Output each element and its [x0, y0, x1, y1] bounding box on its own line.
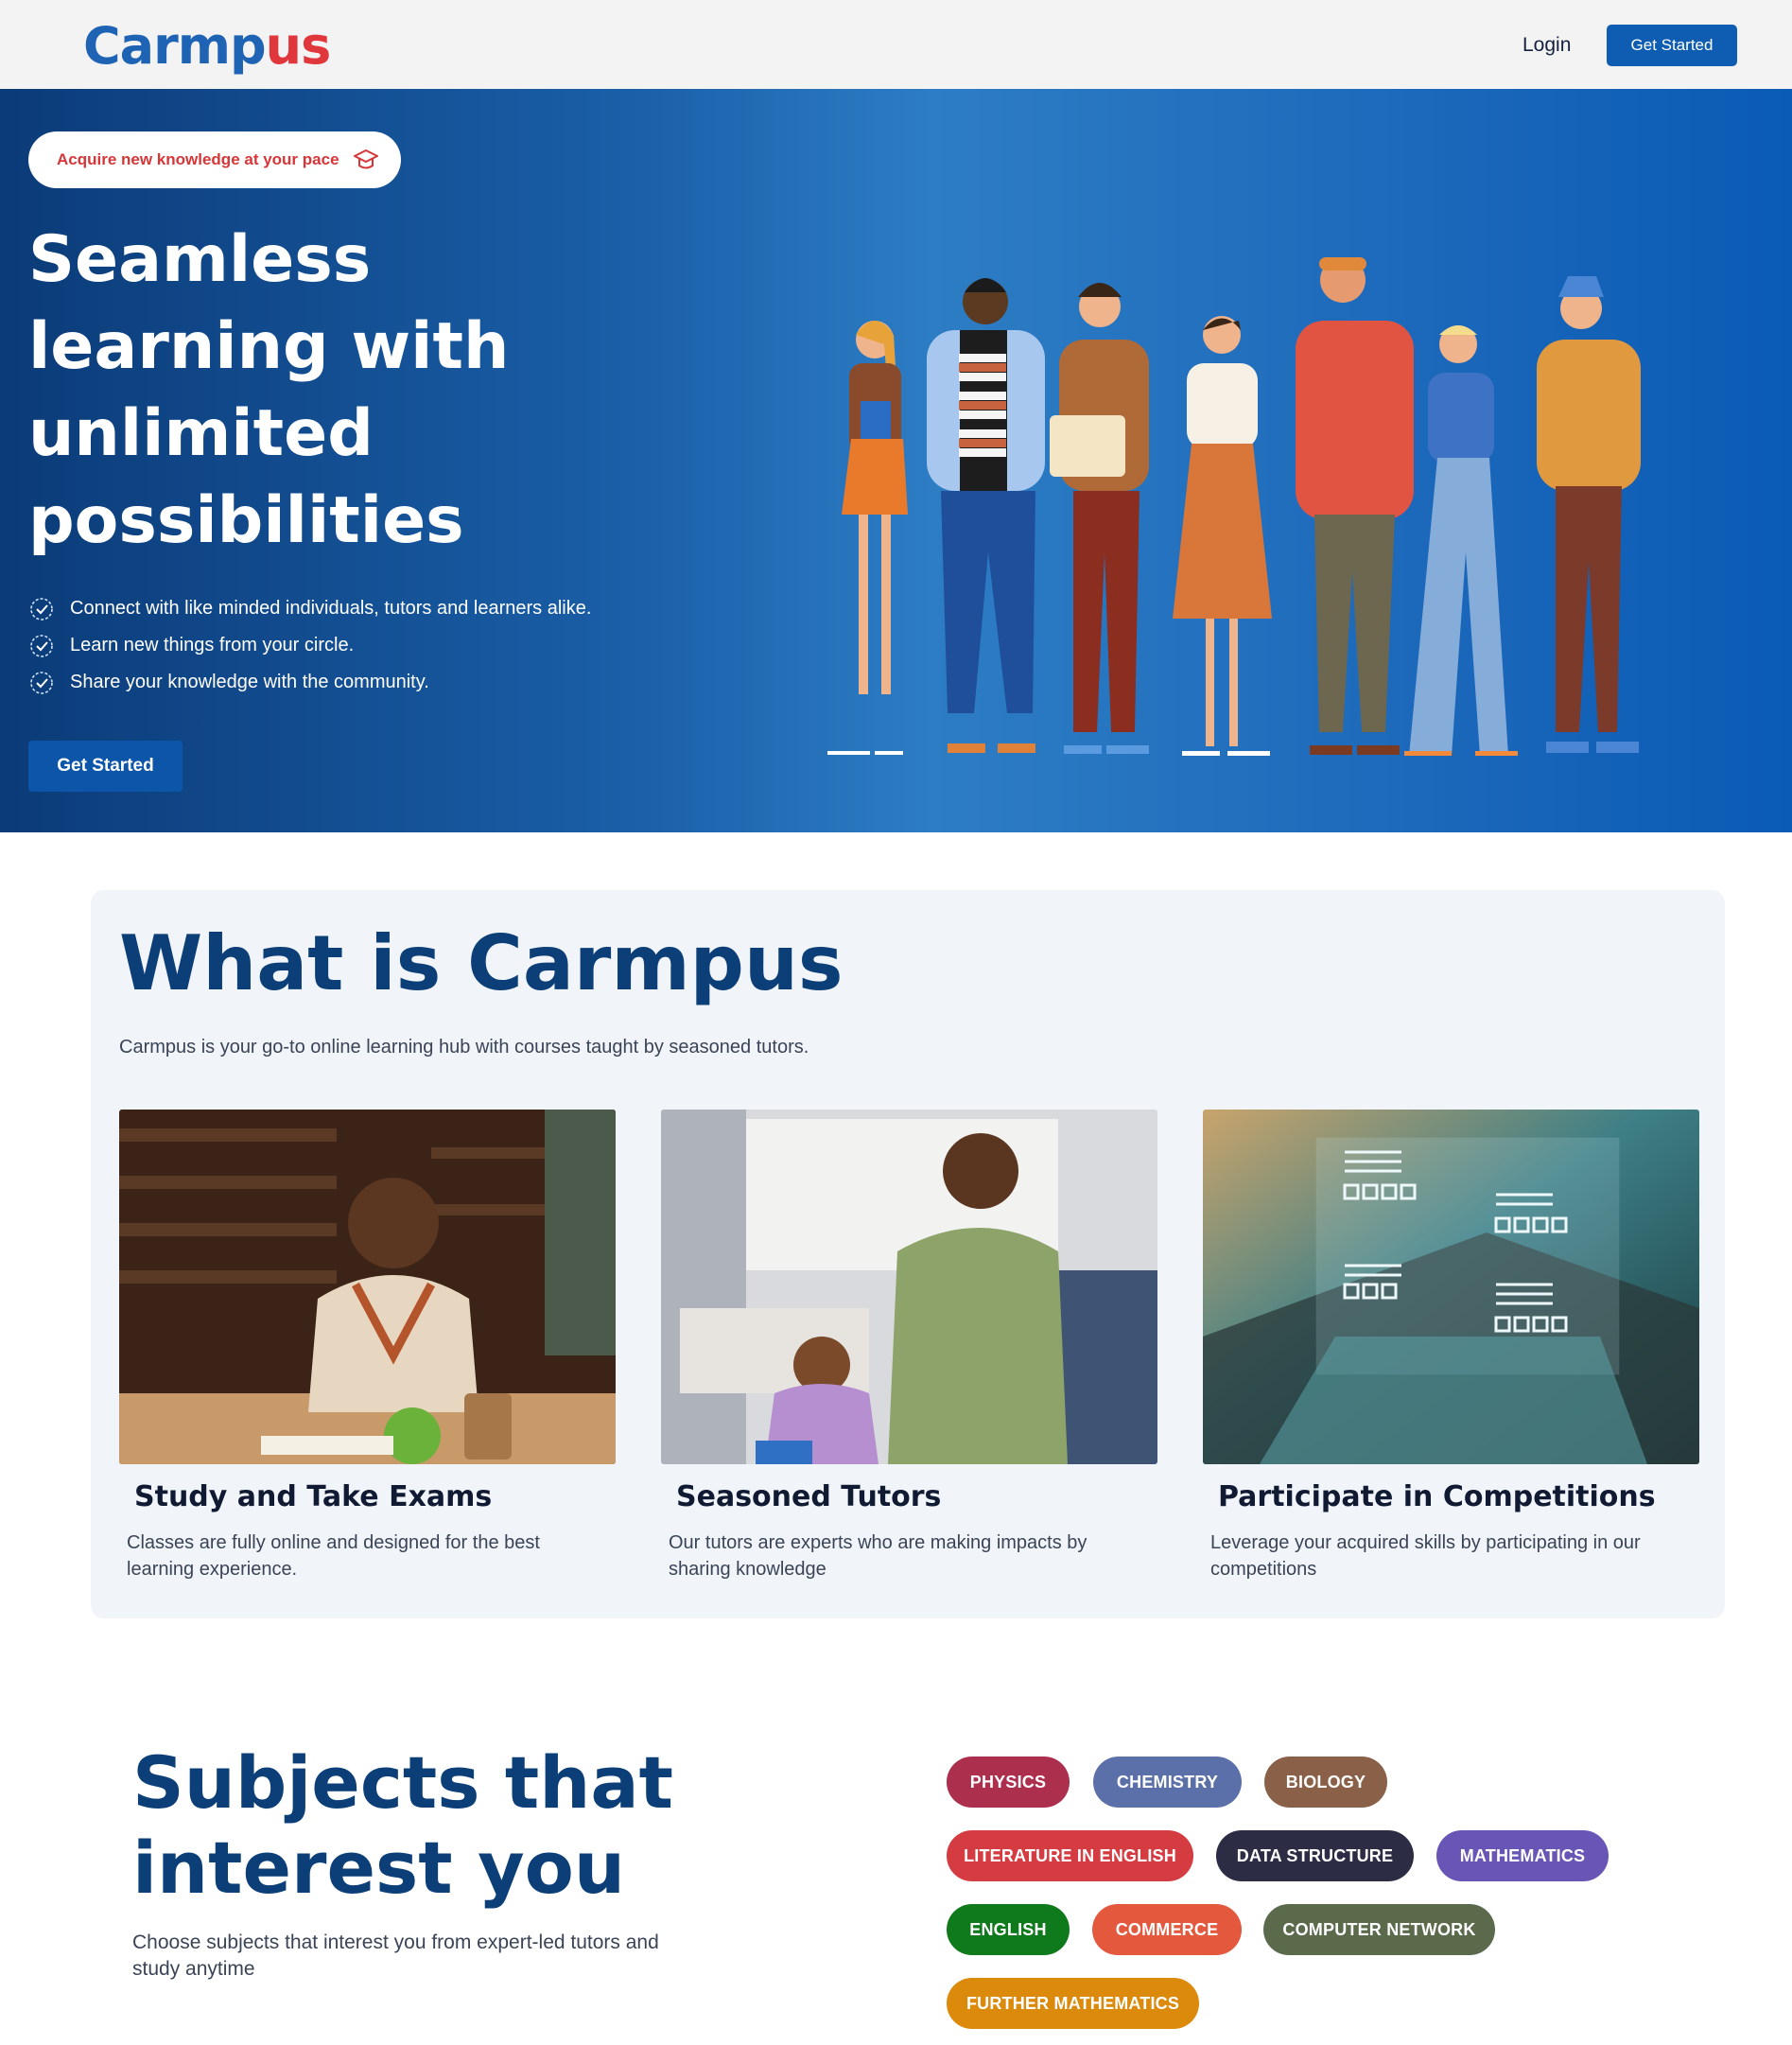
hero-get-started-button[interactable]: Get Started — [28, 741, 183, 792]
card-title: Participate in Competitions — [1218, 1480, 1656, 1513]
subject-chip-commerce[interactable]: COMMERCE — [1092, 1904, 1242, 1955]
card-title: Seasoned Tutors — [676, 1480, 942, 1513]
subjects-subtitle: Choose subjects that interest you from e… — [132, 1931, 659, 1980]
logo[interactable]: Carmpus — [83, 13, 331, 79]
tagline-text: Acquire new knowledge at your pace — [57, 150, 339, 168]
hero-bullets: Connect with like minded individuals, tu… — [28, 590, 591, 701]
feature-card-study: Study and Take Exams Classes are fully o… — [119, 1110, 616, 1582]
section-intro: Carmpus is your go-to online learning hu… — [119, 1037, 809, 1057]
graduation-cap-icon — [353, 149, 378, 169]
subject-chip-computer-network[interactable]: COMPUTER NETWORK — [1263, 1904, 1495, 1955]
nav-get-started-button[interactable]: Get Started — [1607, 25, 1737, 66]
feature-card-competitions: Participate in Competitions Leverage you… — [1203, 1110, 1699, 1582]
subject-chip-data-structure[interactable]: DATA STRUCTURE — [1216, 1830, 1414, 1881]
competition-photo — [1203, 1110, 1699, 1464]
feature-card-tutors: Seasoned Tutors Our tutors are experts w… — [661, 1110, 1157, 1582]
check-badge-icon — [30, 634, 53, 657]
check-badge-icon — [30, 671, 53, 694]
what-is-section: What is Carmpus Carmpus is your go-to on… — [91, 890, 1725, 1618]
card-text: Our tutors are experts who are making im… — [669, 1532, 1087, 1580]
subject-chip-literature[interactable]: LITERATURE IN ENGLISH — [947, 1830, 1193, 1881]
login-button[interactable]: Login — [1513, 26, 1580, 64]
subject-chip-physics[interactable]: PHYSICS — [947, 1757, 1070, 1808]
subject-chip-further-mathematics[interactable]: FURTHER MATHEMATICS — [947, 1978, 1199, 2029]
section-title: What is Carmpus — [119, 919, 844, 1007]
list-item: Share your knowledge with the community. — [28, 664, 591, 701]
subjects-title: Subjects that interest you — [132, 1740, 673, 1910]
tutor-photo — [661, 1110, 1157, 1464]
check-badge-icon — [30, 597, 53, 620]
students-illustration — [827, 257, 1641, 756]
subject-chip-biology[interactable]: BIOLOGY — [1264, 1757, 1387, 1808]
card-title: Study and Take Exams — [134, 1480, 493, 1513]
hero-title: Seamless learning with unlimited possibi… — [28, 222, 510, 558]
study-photo — [119, 1110, 616, 1464]
subject-chip-mathematics[interactable]: MATHEMATICS — [1436, 1830, 1609, 1881]
card-text: Classes are fully online and designed fo… — [127, 1532, 540, 1580]
card-text: Leverage your acquired skills by partici… — [1210, 1532, 1641, 1580]
tagline-pill: Acquire new knowledge at your pace — [28, 131, 401, 188]
list-item: Connect with like minded individuals, tu… — [28, 590, 591, 627]
subject-chip-chemistry[interactable]: CHEMISTRY — [1093, 1757, 1242, 1808]
top-nav: Carmpus Login Get Started — [0, 0, 1792, 89]
hero-section: Acquire new knowledge at your pace Seaml… — [0, 89, 1792, 832]
list-item: Learn new things from your circle. — [28, 627, 591, 664]
subject-chip-english[interactable]: ENGLISH — [947, 1904, 1070, 1955]
